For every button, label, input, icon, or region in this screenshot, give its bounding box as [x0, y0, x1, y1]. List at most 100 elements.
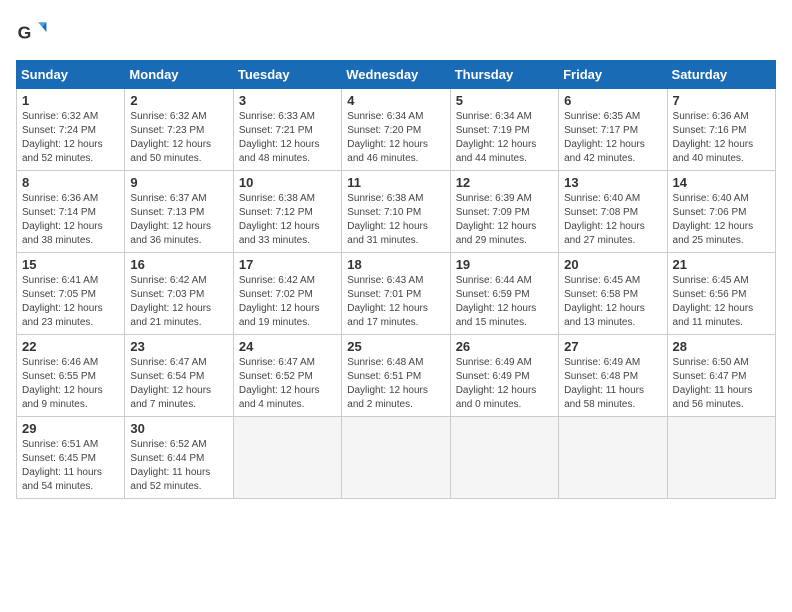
day-number: 22 — [22, 339, 119, 354]
sunset-label: Sunset: 6:55 PM — [22, 371, 96, 382]
weekday-header-tuesday: Tuesday — [233, 61, 341, 89]
day-info: Sunrise: 6:47 AMSunset: 6:54 PMDaylight:… — [130, 356, 227, 412]
sunset-label: Sunset: 7:20 PM — [347, 125, 421, 136]
weekday-header-wednesday: Wednesday — [342, 61, 450, 89]
daylight-label: Daylight: 12 hours and 0 minutes. — [456, 385, 537, 410]
calendar-day: 21Sunrise: 6:45 AMSunset: 6:56 PMDayligh… — [667, 253, 775, 335]
calendar-day: 6Sunrise: 6:35 AMSunset: 7:17 PMDaylight… — [559, 89, 667, 171]
calendar-day: 9 Sunrise: 6:37 AMSunset: 7:13 PMDaylight… — [125, 171, 233, 253]
daylight-label: Daylight: 12 hours and 40 minutes. — [673, 139, 754, 164]
day-info: Sunrise: 6:42 AMSunset: 7:03 PMDaylight:… — [130, 274, 227, 330]
day-number: 13 — [564, 175, 661, 190]
calendar-week-5: 29Sunrise: 6:51 AMSunset: 6:45 PMDayligh… — [17, 417, 776, 499]
day-number: 7 — [673, 93, 770, 108]
sunrise-label: Sunrise: 6:38 AM — [347, 193, 423, 204]
daylight-label: Daylight: 12 hours and 52 minutes. — [22, 139, 103, 164]
daylight-label: Daylight: 12 hours and 31 minutes. — [347, 221, 428, 246]
day-info: Sunrise: 6:37 AMSunset: 7:13 PMDaylight:… — [130, 192, 227, 248]
day-number: 29 — [22, 421, 119, 436]
sunset-label: Sunset: 7:16 PM — [673, 125, 747, 136]
day-info: Sunrise: 6:33 AMSunset: 7:21 PMDaylight:… — [239, 110, 336, 166]
daylight-label: Daylight: 11 hours and 52 minutes. — [130, 467, 210, 492]
day-info: Sunrise: 6:50 AMSunset: 6:47 PMDaylight:… — [673, 356, 770, 412]
sunset-label: Sunset: 7:12 PM — [239, 207, 313, 218]
day-info: Sunrise: 6:48 AMSunset: 6:51 PMDaylight:… — [347, 356, 444, 412]
daylight-label: Daylight: 12 hours and 42 minutes. — [564, 139, 645, 164]
sunset-label: Sunset: 6:54 PM — [130, 371, 204, 382]
sunset-label: Sunset: 6:59 PM — [456, 289, 530, 300]
sunset-label: Sunset: 7:08 PM — [564, 207, 638, 218]
day-info: Sunrise: 6:49 AMSunset: 6:48 PMDaylight:… — [564, 356, 661, 412]
day-info: Sunrise: 6:41 AMSunset: 7:05 PMDaylight:… — [22, 274, 119, 330]
sunrise-label: Sunrise: 6:45 AM — [564, 275, 640, 286]
day-number: 18 — [347, 257, 444, 272]
sunrise-label: Sunrise: 6:44 AM — [456, 275, 532, 286]
daylight-label: Daylight: 12 hours and 38 minutes. — [22, 221, 103, 246]
calendar-body: 1Sunrise: 6:32 AMSunset: 7:24 PMDaylight… — [17, 89, 776, 499]
sunrise-label: Sunrise: 6:32 AM — [22, 111, 98, 122]
sunrise-label: Sunrise: 6:43 AM — [347, 275, 423, 286]
daylight-label: Daylight: 12 hours and 2 minutes. — [347, 385, 428, 410]
daylight-label: Daylight: 12 hours and 23 minutes. — [22, 303, 103, 328]
daylight-label: Daylight: 12 hours and 19 minutes. — [239, 303, 320, 328]
sunrise-label: Sunrise: 6:40 AM — [673, 193, 749, 204]
daylight-label: Daylight: 12 hours and 46 minutes. — [347, 139, 428, 164]
sunset-label: Sunset: 7:13 PM — [130, 207, 204, 218]
day-number: 26 — [456, 339, 553, 354]
sunrise-label: Sunrise: 6:48 AM — [347, 357, 423, 368]
day-number: 24 — [239, 339, 336, 354]
sunrise-label: Sunrise: 6:50 AM — [673, 357, 749, 368]
day-info: Sunrise: 6:46 AMSunset: 6:55 PMDaylight:… — [22, 356, 119, 412]
calendar-day: 17Sunrise: 6:42 AMSunset: 7:02 PMDayligh… — [233, 253, 341, 335]
sunset-label: Sunset: 7:06 PM — [673, 207, 747, 218]
sunset-label: Sunset: 7:24 PM — [22, 125, 96, 136]
sunrise-label: Sunrise: 6:51 AM — [22, 439, 98, 450]
sunset-label: Sunset: 6:56 PM — [673, 289, 747, 300]
daylight-label: Daylight: 12 hours and 15 minutes. — [456, 303, 537, 328]
calendar-week-1: 1Sunrise: 6:32 AMSunset: 7:24 PMDaylight… — [17, 89, 776, 171]
calendar-header-row: SundayMondayTuesdayWednesdayThursdayFrid… — [17, 61, 776, 89]
day-info: Sunrise: 6:35 AMSunset: 7:17 PMDaylight:… — [564, 110, 661, 166]
calendar-day: 2Sunrise: 6:32 AMSunset: 7:23 PMDaylight… — [125, 89, 233, 171]
day-info: Sunrise: 6:45 AMSunset: 6:56 PMDaylight:… — [673, 274, 770, 330]
daylight-label: Daylight: 12 hours and 27 minutes. — [564, 221, 645, 246]
sunset-label: Sunset: 7:21 PM — [239, 125, 313, 136]
day-info: Sunrise: 6:36 AMSunset: 7:14 PMDaylight:… — [22, 192, 119, 248]
calendar-day: 13Sunrise: 6:40 AMSunset: 7:08 PMDayligh… — [559, 171, 667, 253]
day-info: Sunrise: 6:52 AMSunset: 6:44 PMDaylight:… — [130, 438, 227, 494]
day-number: 19 — [456, 257, 553, 272]
daylight-label: Daylight: 11 hours and 54 minutes. — [22, 467, 102, 492]
calendar-day: 11Sunrise: 6:38 AMSunset: 7:10 PMDayligh… — [342, 171, 450, 253]
daylight-label: Daylight: 12 hours and 33 minutes. — [239, 221, 320, 246]
day-number: 17 — [239, 257, 336, 272]
calendar-day: 29Sunrise: 6:51 AMSunset: 6:45 PMDayligh… — [17, 417, 125, 499]
calendar-day: 5Sunrise: 6:34 AMSunset: 7:19 PMDaylight… — [450, 89, 558, 171]
calendar-week-3: 15Sunrise: 6:41 AMSunset: 7:05 PMDayligh… — [17, 253, 776, 335]
calendar-day — [667, 417, 775, 499]
calendar-day: 22Sunrise: 6:46 AMSunset: 6:55 PMDayligh… — [17, 335, 125, 417]
day-number: 14 — [673, 175, 770, 190]
calendar-day: 25Sunrise: 6:48 AMSunset: 6:51 PMDayligh… — [342, 335, 450, 417]
daylight-label: Daylight: 12 hours and 36 minutes. — [130, 221, 211, 246]
calendar-week-4: 22 Sunrise: 6:46 AM Sunset: 6:55 PM Dayligh… — [17, 335, 776, 417]
sunrise-label: Sunrise: 6:42 AM — [239, 275, 315, 286]
daylight-label: Daylight: 12 hours and 29 minutes. — [456, 221, 537, 246]
sunset-label: Sunset: 6:52 PM — [239, 371, 313, 382]
day-info: Sunrise: 6:40 AMSunset: 7:06 PMDaylight:… — [673, 192, 770, 248]
day-number: 12 — [456, 175, 553, 190]
day-number: 10 — [239, 175, 336, 190]
day-info: Sunrise: 6:36 AMSunset: 7:16 PMDaylight:… — [673, 110, 770, 166]
calendar-day: 27Sunrise: 6:49 AMSunset: 6:48 PMDayligh… — [559, 335, 667, 417]
sunrise-label: Sunrise: 6:46 AM — [22, 357, 98, 368]
day-number: 2 — [130, 93, 227, 108]
sunrise-label: Sunrise: 6:36 AM — [22, 193, 98, 204]
sunrise-label: Sunrise: 6:42 AM — [130, 275, 206, 286]
sunrise-label: Sunrise: 6:34 AM — [456, 111, 532, 122]
sunrise-label: Sunrise: 6:33 AM — [239, 111, 315, 122]
sunrise-label: Sunrise: 6:47 AM — [130, 357, 206, 368]
day-number: 5 — [456, 93, 553, 108]
page-header: G — [16, 16, 776, 48]
day-number: 9 — [130, 175, 227, 190]
daylight-label: Daylight: 12 hours and 21 minutes. — [130, 303, 211, 328]
calendar-day: 26Sunrise: 6:49 AMSunset: 6:49 PMDayligh… — [450, 335, 558, 417]
